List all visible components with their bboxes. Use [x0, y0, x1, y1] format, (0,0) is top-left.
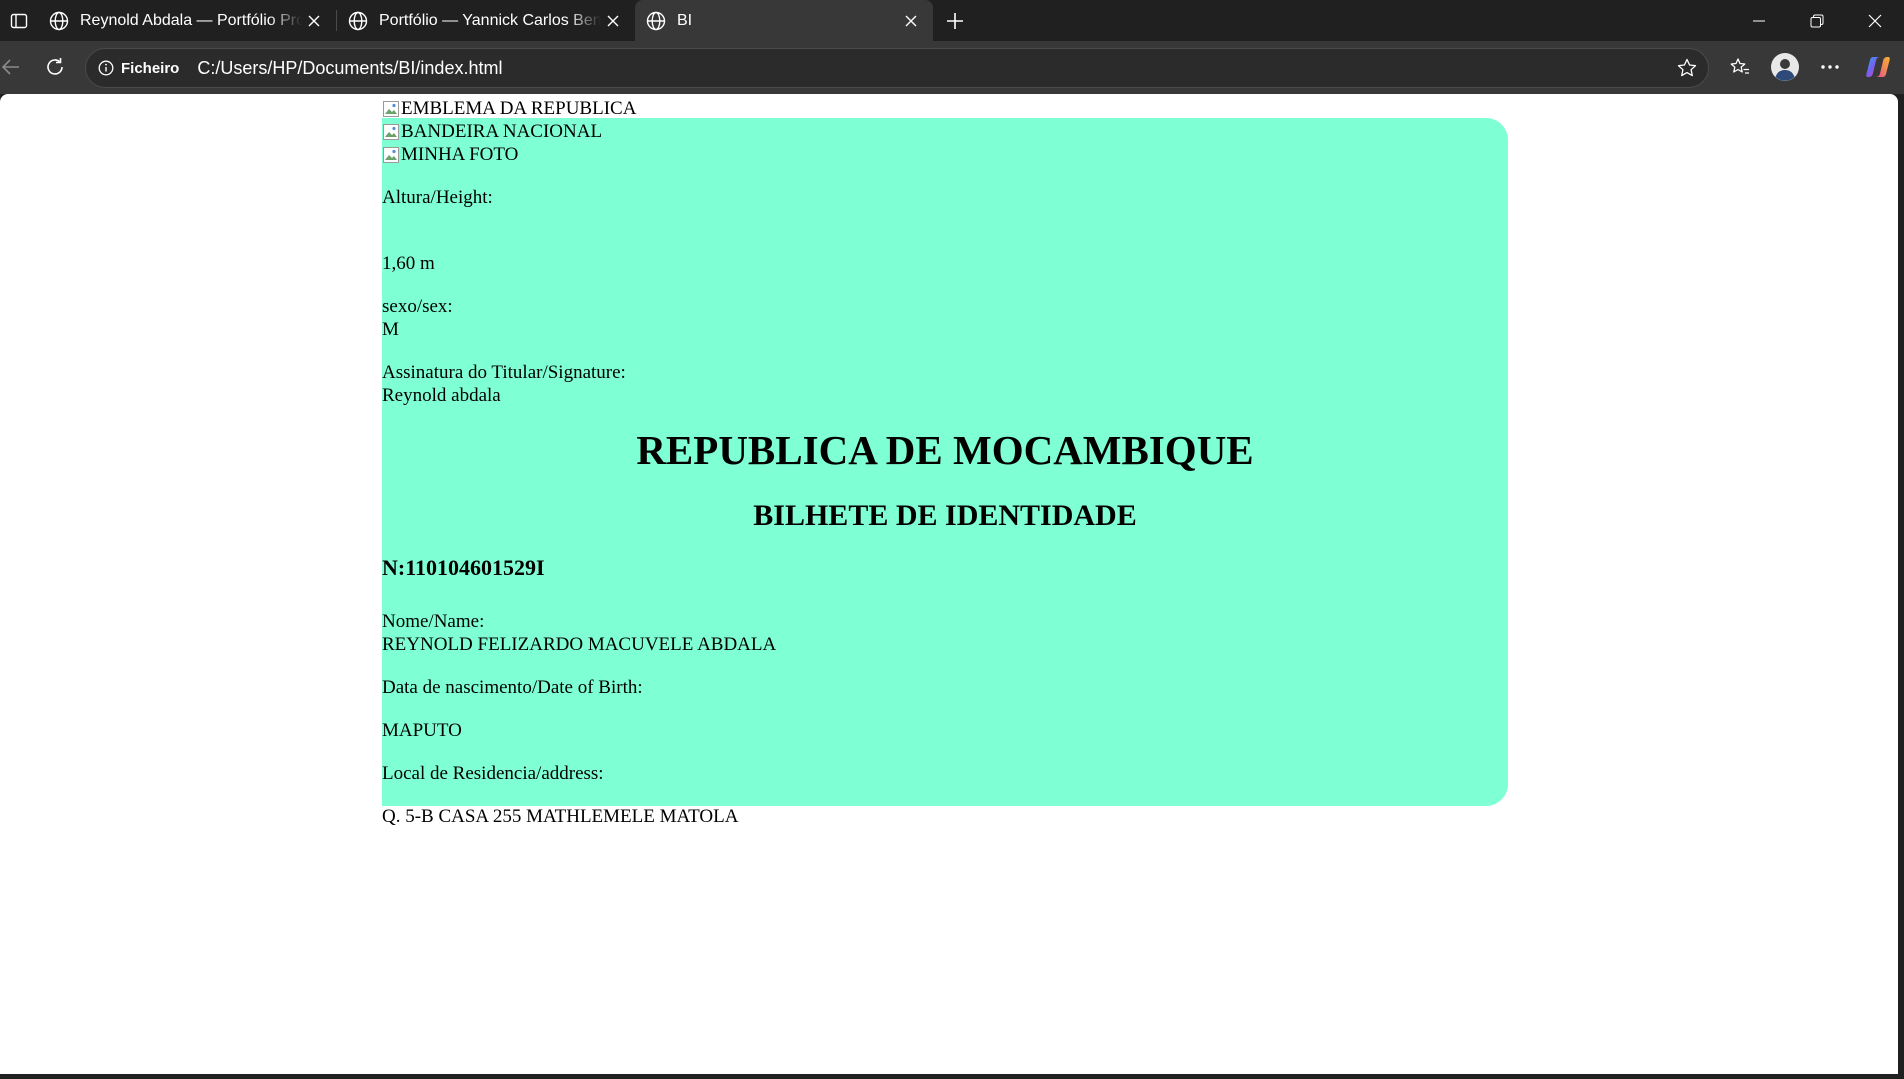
tab-strip: Reynold Abdala — Portfólio Profissional …: [0, 0, 1904, 41]
sex-label: sexo/sex:: [382, 296, 453, 317]
page-title: REPUBLICA DE MOCAMBIQUE: [636, 427, 1254, 473]
address-bar[interactable]: Ficheiro C:/Users/HP/Documents/BI/index.…: [85, 48, 1709, 88]
favorites-button[interactable]: [1720, 47, 1760, 87]
window-controls: [1730, 0, 1904, 41]
address-label: Local de Residencia/address:: [382, 763, 604, 784]
restore-icon: [1810, 14, 1824, 27]
name-value: REYNOLD FELIZARDO MACUVELE ABDALA: [382, 634, 777, 655]
restore-button[interactable]: [1788, 0, 1846, 41]
site-info-button[interactable]: Ficheiro: [98, 60, 179, 77]
url-text[interactable]: C:/Users/HP/Documents/BI/index.html: [197, 58, 502, 79]
signature-value: Reynold abdala: [382, 385, 501, 406]
profile-button[interactable]: [1765, 47, 1805, 87]
tab-portfolio-reynold[interactable]: Reynold Abdala — Portfólio Profissional: [38, 0, 336, 41]
new-tab-button[interactable]: [933, 0, 977, 41]
tab-bi[interactable]: BI: [635, 0, 933, 41]
broken-image-icon: [383, 123, 399, 140]
minimize-button[interactable]: [1730, 0, 1788, 41]
tab-title: Portfólio — Yannick Carlos Bento: [379, 11, 601, 29]
broken-image-icon: [383, 146, 399, 163]
signature-label: Assinatura do Titular/Signature:: [382, 362, 626, 383]
favorites-icon: [1730, 58, 1749, 74]
tab-actions-menu-icon[interactable]: [0, 0, 38, 41]
photo-alt-text: MINHA FOTO: [401, 144, 519, 165]
minimize-icon: [1753, 20, 1765, 21]
tab-title: Reynold Abdala — Portfólio Profissional: [80, 11, 302, 29]
plus-icon: [947, 12, 963, 29]
star-icon[interactable]: [1676, 57, 1698, 84]
back-button[interactable]: [0, 47, 31, 87]
close-window-button[interactable]: [1846, 0, 1904, 41]
tab-title: BI: [677, 11, 693, 29]
sex-value: M: [382, 319, 399, 340]
page-viewport: EMBLEMA DA REPUBLICA BANDEIRA NACIONAL M…: [0, 94, 1898, 1074]
address-value: Q. 5-B CASA 255 MATHLEMELE MATOLA: [382, 806, 739, 827]
globe-icon: [646, 11, 666, 30]
globe-icon: [49, 11, 69, 30]
copilot-button[interactable]: [1858, 47, 1898, 87]
birth-label: Data de nascimento/Date of Birth:: [382, 677, 643, 698]
id-number: N:110104601529I: [382, 555, 545, 580]
browser-toolbar: Ficheiro C:/Users/HP/Documents/BI/index.…: [0, 41, 1904, 94]
more-icon: [1821, 65, 1839, 69]
page-subtitle: BILHETE DE IDENTIDADE: [753, 499, 1137, 532]
emblem-alt-text: EMBLEMA DA REPUBLICA: [401, 98, 637, 119]
close-icon[interactable]: [302, 9, 326, 33]
reload-icon: [47, 58, 63, 75]
name-label: Nome/Name:: [382, 611, 485, 632]
birth-place: MAPUTO: [382, 720, 462, 741]
height-label: Altura/Height:: [382, 187, 493, 208]
reload-button[interactable]: [35, 47, 75, 87]
close-icon[interactable]: [601, 9, 625, 33]
globe-icon: [348, 11, 368, 30]
info-icon: [98, 60, 114, 76]
tab-portfolio-yannick[interactable]: Portfólio — Yannick Carlos Bento: [337, 0, 635, 41]
flag-alt-text: BANDEIRA NACIONAL: [401, 121, 603, 142]
copilot-icon: [1866, 57, 1890, 77]
close-icon[interactable]: [899, 9, 923, 33]
settings-more-button[interactable]: [1810, 47, 1850, 87]
broken-image-icon: [383, 100, 399, 117]
photo-image: MINHA FOTO: [382, 143, 518, 166]
avatar: [1771, 53, 1799, 81]
arrow-left-icon: [1, 59, 19, 75]
emblem-image: EMBLEMA DA REPUBLICA: [382, 97, 636, 120]
flag-image: BANDEIRA NACIONAL: [382, 120, 602, 143]
site-info-label: Ficheiro: [121, 59, 180, 77]
height-value: 1,60 m: [382, 253, 435, 274]
close-icon: [1868, 14, 1882, 27]
